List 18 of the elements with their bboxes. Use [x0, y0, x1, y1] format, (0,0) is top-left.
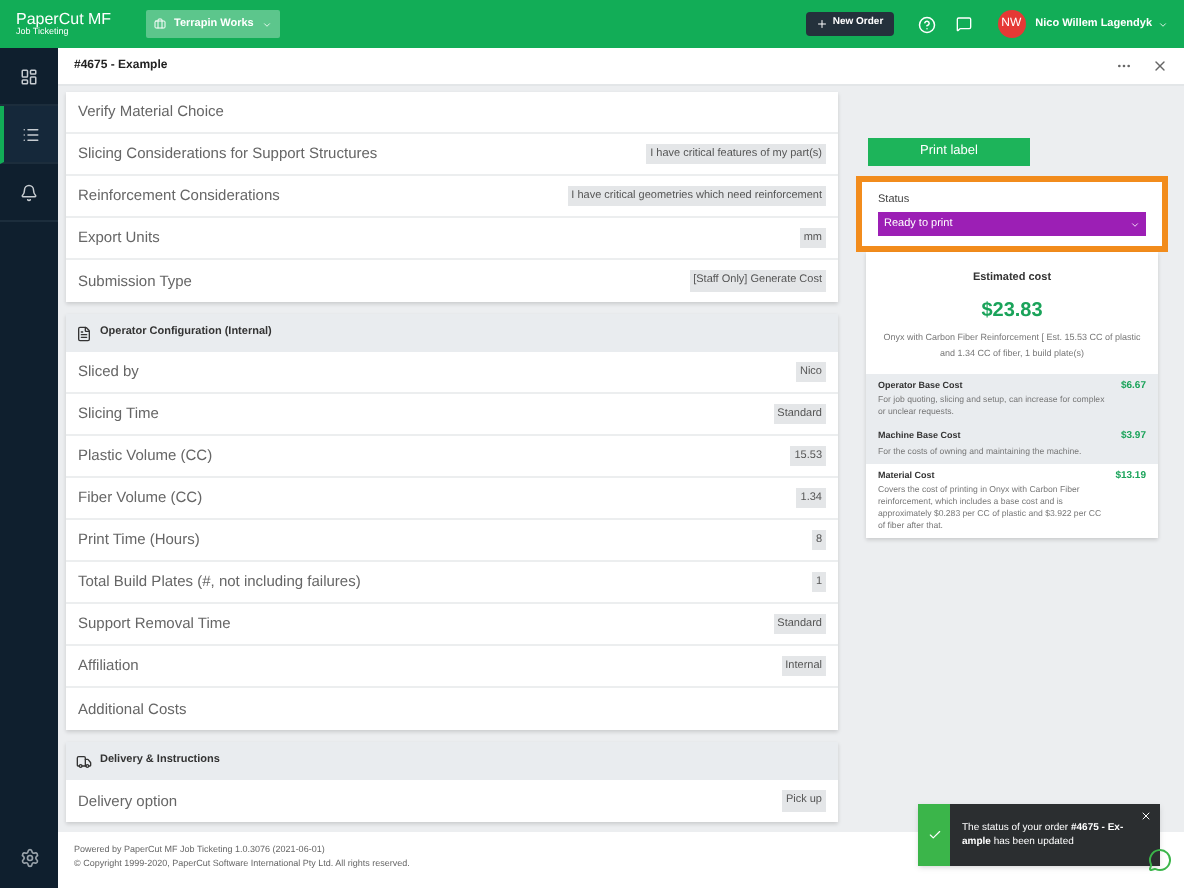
list-icon [22, 125, 40, 143]
bell-icon [20, 183, 38, 201]
form-icon [76, 325, 92, 341]
chat-bubble-icon[interactable] [1148, 848, 1172, 872]
chat-icon[interactable] [955, 16, 972, 32]
sidebar-item[interactable] [0, 106, 58, 164]
help-icon[interactable] [917, 15, 936, 33]
settings-icon[interactable] [19, 848, 39, 868]
caret-icon [261, 19, 272, 29]
caret-icon [1130, 219, 1140, 230]
truck-icon [76, 753, 92, 769]
caret-icon [1158, 19, 1168, 29]
board-icon [20, 67, 38, 85]
logo: PaperCut MF [16, 11, 114, 28]
plus-icon [816, 18, 829, 30]
estimate-total: $23.83 [981, 297, 1043, 325]
briefcase-icon [154, 18, 166, 30]
check-icon [927, 828, 941, 842]
